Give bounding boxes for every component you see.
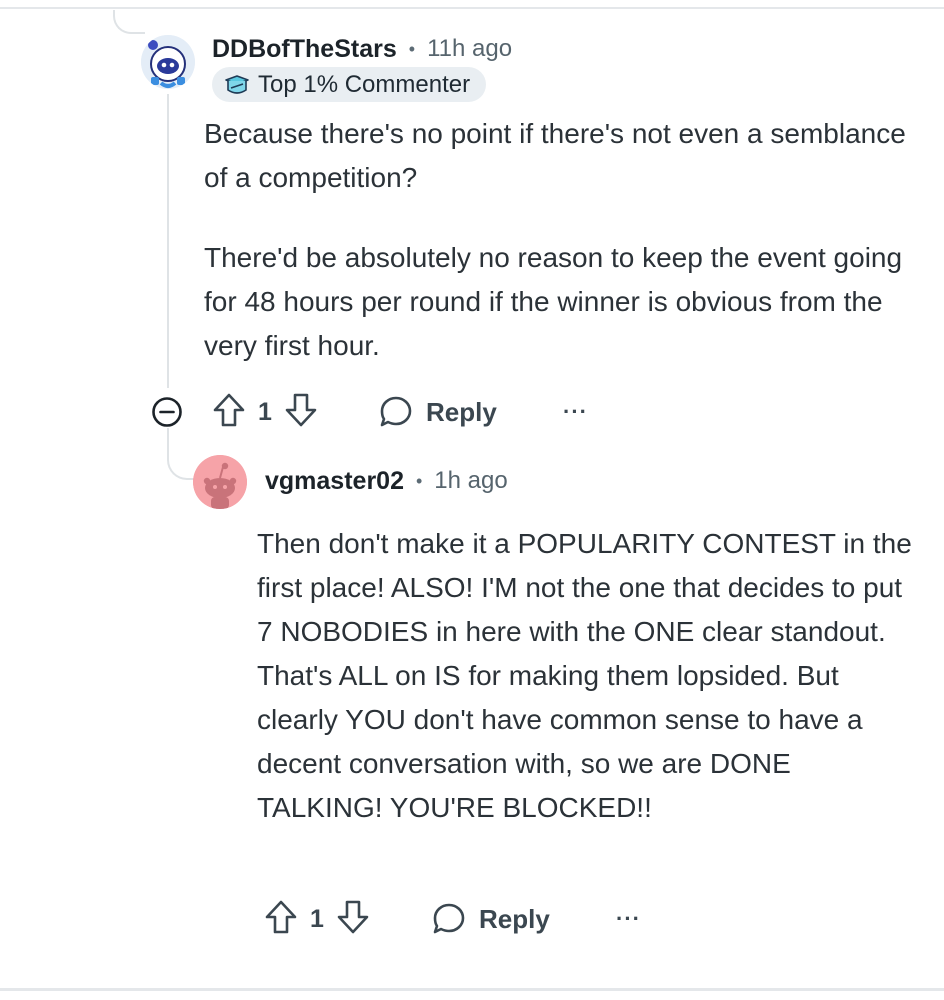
collapse-minus-icon: [152, 397, 182, 427]
comment-paragraph: Because there's no point if there's not …: [204, 118, 906, 193]
more-options-icon: ···: [616, 906, 641, 931]
avatar[interactable]: [193, 455, 247, 509]
speech-bubble-icon: [433, 903, 465, 934]
bottom-divider: [0, 988, 944, 991]
reply-button[interactable]: Reply: [378, 392, 497, 432]
timestamp: 1h ago: [434, 467, 508, 494]
vote-controls: 1: [264, 899, 370, 939]
comment-header: DDBofTheStars • 11h ago: [212, 31, 512, 67]
more-options-icon: ···: [563, 399, 588, 424]
separator-dot: •: [415, 470, 423, 491]
thread-line-reply-connector: [167, 428, 197, 480]
vote-count: 1: [310, 904, 324, 933]
comment-body: Then don't make it a POPULARITY CONTEST …: [257, 522, 922, 830]
upvote-arrow-icon: [213, 393, 245, 426]
vote-controls: 1: [212, 392, 318, 432]
reply-button[interactable]: Reply: [431, 899, 550, 939]
timestamp: 11h ago: [427, 35, 513, 62]
upvote-button[interactable]: [264, 899, 298, 940]
speech-bubble-icon: [380, 396, 412, 427]
comment-body: Because there's no point if there's not …: [204, 112, 914, 368]
reply-label: Reply: [479, 903, 550, 934]
snoo-astronaut-avatar-icon: [141, 35, 195, 89]
separator-dot: •: [408, 38, 416, 59]
reply-label: Reply: [426, 396, 497, 427]
downvote-button[interactable]: [336, 899, 370, 940]
avatar[interactable]: [141, 35, 195, 89]
comment-header: vgmaster02 • 1h ago: [265, 463, 508, 499]
upvote-arrow-icon: [265, 900, 297, 933]
comment-paragraph: There'd be absolutely no reason to keep …: [204, 242, 903, 361]
comment-paragraph: Then don't make it a POPULARITY CONTEST …: [257, 528, 912, 823]
more-options-button[interactable]: ···: [563, 392, 588, 432]
thread-line-comment-1[interactable]: [167, 94, 169, 388]
downvote-button[interactable]: [284, 392, 318, 433]
more-options-button[interactable]: ···: [616, 899, 641, 939]
snoo-default-avatar-icon: [193, 455, 247, 509]
collapse-button[interactable]: [151, 396, 183, 433]
top-divider: [0, 7, 944, 9]
vote-count: 1: [258, 397, 272, 426]
badge-label: Top 1% Commenter: [258, 70, 471, 98]
username[interactable]: vgmaster02: [265, 467, 404, 496]
downvote-arrow-icon: [285, 393, 317, 426]
commenter-badge[interactable]: Top 1% Commenter: [212, 67, 487, 102]
commenter-badge-icon: [225, 74, 249, 94]
upvote-button[interactable]: [212, 392, 246, 433]
downvote-arrow-icon: [337, 900, 369, 933]
thread-line-parent[interactable]: [113, 10, 145, 34]
username[interactable]: DDBofTheStars: [212, 35, 397, 64]
